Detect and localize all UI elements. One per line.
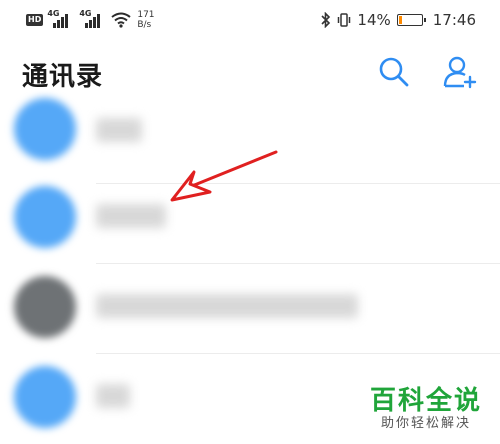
network-speed: 171 B/s [137,10,154,30]
speed-unit: B/s [137,20,152,30]
signal-icon: 4G [47,10,75,30]
speed-value: 171 [137,10,155,20]
avatar [14,186,76,248]
status-left: HD 4G 4G 171 B/s [26,8,155,32]
hd-icon: HD [26,14,44,26]
watermark-subtitle: 助你轻松解决 [380,416,471,431]
status-bar: HD 4G 4G 171 B/s 14% 17:46 [0,0,500,40]
contacts-screen: HD 4G 4G 171 B/s 14% 17:46 通讯录 百科全说 助你轻松… [0,0,500,444]
watermark-title: 百科全说 [369,386,482,416]
red-arrow-annotation [170,150,278,202]
bluetooth-icon [321,12,331,28]
add-contact-icon [443,56,477,89]
avatar [14,366,76,428]
contact-name [96,384,130,408]
search-button[interactable] [376,54,412,90]
contact-name [96,118,142,142]
add-contact-button[interactable] [442,54,478,90]
contact-name [96,204,166,228]
app-header: 通讯录 [0,40,500,104]
avatar [14,98,76,160]
battery-fill [398,16,402,24]
wifi-icon [111,12,131,28]
avatar [14,276,76,338]
divider [96,353,500,354]
search-icon [379,57,409,87]
clock: 17:46 [432,11,476,29]
battery-icon [396,14,426,26]
contact-name [96,294,358,318]
watermark-logo: 百科全说 助你轻松解决 [365,384,486,434]
page-title: 通讯录 [22,62,104,92]
status-right: 14% 17:46 [321,9,476,31]
battery-percent: 14% [357,11,391,29]
vibrate-icon [338,13,351,27]
divider [96,263,500,264]
contact-row[interactable] [0,270,500,358]
signal-icon: 4G [79,10,107,30]
